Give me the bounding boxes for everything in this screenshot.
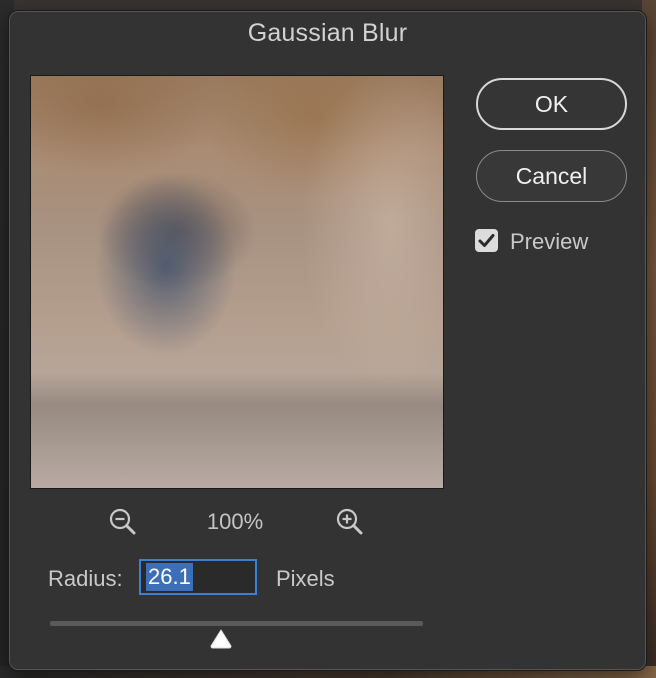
blur-preview-image[interactable] xyxy=(30,75,444,489)
preview-checkbox[interactable] xyxy=(475,229,498,252)
radius-label: Radius: xyxy=(48,566,123,591)
zoom-level: 100% xyxy=(206,509,264,534)
radius-value[interactable]: 26.1 xyxy=(146,563,193,591)
zoom-out-icon[interactable] xyxy=(108,507,138,537)
radius-slider-track[interactable] xyxy=(50,621,423,626)
checkmark-icon xyxy=(478,234,495,247)
ok-button[interactable]: OK xyxy=(476,78,627,130)
radius-input[interactable]: 26.1 xyxy=(139,559,257,595)
zoom-in-icon[interactable] xyxy=(335,507,365,537)
radius-units-label: Pixels xyxy=(276,566,335,591)
radius-row: Radius: 26.1 Pixels xyxy=(48,559,448,597)
preview-label: Preview xyxy=(510,229,589,254)
dialog-title: Gaussian Blur xyxy=(247,19,408,47)
cancel-button[interactable]: Cancel xyxy=(476,150,627,202)
zoom-controls: 100% xyxy=(30,507,442,537)
radius-slider-thumb[interactable] xyxy=(209,628,233,650)
gaussian-blur-dialog: Gaussian Blur 100% Radius: 26.1 Pixels O… xyxy=(8,10,647,671)
preview-checkbox-row[interactable]: Preview xyxy=(475,227,625,255)
